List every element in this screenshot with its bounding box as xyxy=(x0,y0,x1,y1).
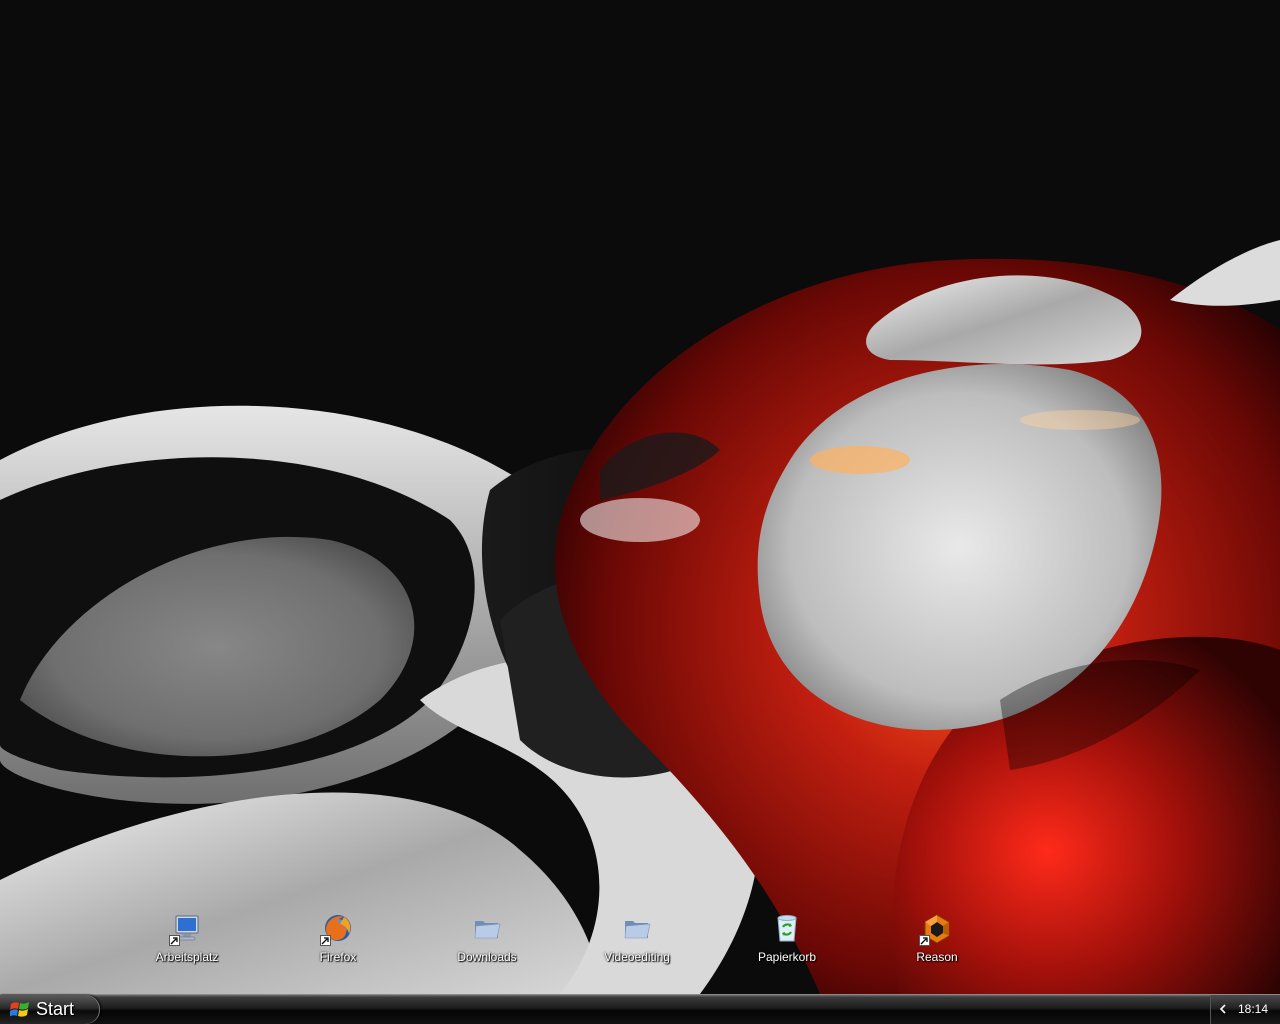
desktop-icon-arbeitsplatz[interactable]: Arbeitsplatz xyxy=(132,912,242,972)
desktop: Arbeitsplatz Firefox Downloads Videoedit… xyxy=(0,0,1280,994)
desktop-icon-videoediting[interactable]: Videoediting xyxy=(582,912,692,972)
desktop-icon-label: Papierkorb xyxy=(757,950,817,964)
clock[interactable]: 18:14 xyxy=(1238,1002,1268,1016)
system-tray: 18:14 xyxy=(1210,995,1280,1024)
desktop-icon-reason[interactable]: Reason xyxy=(882,912,992,972)
desktop-icon-label: Firefox xyxy=(319,950,357,964)
recycle-bin-icon xyxy=(771,912,803,944)
desktop-icon-label: Videoediting xyxy=(604,950,670,964)
desktop-icon-label: Arbeitsplatz xyxy=(155,950,219,964)
desktop-icon-firefox[interactable]: Firefox xyxy=(283,912,393,972)
shortcut-arrow-icon xyxy=(320,935,331,946)
start-button[interactable]: Start xyxy=(0,995,100,1024)
chevron-left-icon[interactable] xyxy=(1217,1003,1229,1015)
taskbar: Start 18:14 xyxy=(0,994,1280,1024)
folder-icon xyxy=(621,912,653,944)
my-computer-icon xyxy=(169,912,203,946)
folder-icon xyxy=(471,912,503,944)
windows-logo-icon xyxy=(10,1001,29,1017)
desktop-icon-downloads[interactable]: Downloads xyxy=(432,912,542,972)
wallpaper xyxy=(0,0,1280,994)
reason-icon xyxy=(919,912,953,946)
desktop-icon-papierkorb[interactable]: Papierkorb xyxy=(732,912,842,972)
desktop-icon-label: Downloads xyxy=(457,950,517,964)
shortcut-arrow-icon xyxy=(169,935,180,946)
desktop-icon-label: Reason xyxy=(916,950,958,964)
shortcut-arrow-icon xyxy=(919,935,930,946)
start-label: Start xyxy=(36,999,75,1019)
firefox-icon xyxy=(320,912,354,946)
